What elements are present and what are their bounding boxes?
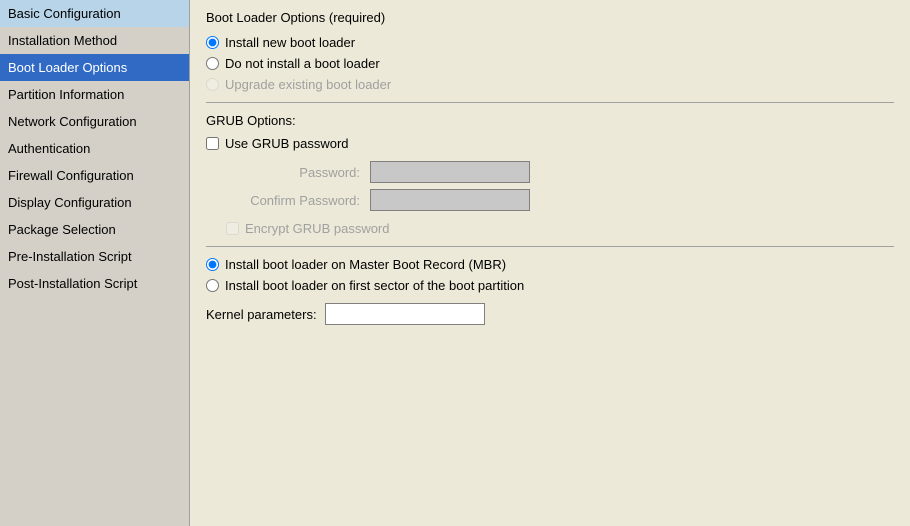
- sidebar-item-installation-method[interactable]: Installation Method: [0, 27, 189, 54]
- boot-radio-item-2: Upgrade existing boot loader: [206, 77, 894, 92]
- password-grid: Password: Confirm Password:: [226, 161, 894, 211]
- location-radio-label-1: Install boot loader on first sector of t…: [225, 278, 524, 293]
- sidebar-item-authentication[interactable]: Authentication: [0, 135, 189, 162]
- kernel-params-label: Kernel parameters:: [206, 307, 317, 322]
- separator-2: [206, 246, 894, 247]
- confirm-password-input[interactable]: [370, 189, 530, 211]
- boot-radio-label-0: Install new boot loader: [225, 35, 355, 50]
- main-content: Boot Loader Options (required) Install n…: [190, 0, 910, 526]
- boot-loader-radio-group: Install new boot loader Do not install a …: [206, 35, 894, 92]
- sidebar-item-basic-configuration[interactable]: Basic Configuration: [0, 0, 189, 27]
- boot-radio-do-not-install[interactable]: [206, 57, 219, 70]
- location-radio-label-0: Install boot loader on Master Boot Recor…: [225, 257, 506, 272]
- use-grub-password-label: Use GRUB password: [225, 136, 349, 151]
- location-radio-group: Install boot loader on Master Boot Recor…: [206, 257, 894, 293]
- sidebar: Basic ConfigurationInstallation MethodBo…: [0, 0, 190, 526]
- sidebar-item-boot-loader-options[interactable]: Boot Loader Options: [0, 54, 189, 81]
- password-label: Password:: [226, 161, 366, 183]
- confirm-password-label: Confirm Password:: [226, 189, 366, 211]
- sidebar-item-firewall-configuration[interactable]: Firewall Configuration: [0, 162, 189, 189]
- boot-radio-upgrade-existing: [206, 78, 219, 91]
- location-radio-mbr[interactable]: [206, 258, 219, 271]
- use-grub-password-checkbox[interactable]: [206, 137, 219, 150]
- sidebar-item-package-selection[interactable]: Package Selection: [0, 216, 189, 243]
- location-radio-item-0: Install boot loader on Master Boot Recor…: [206, 257, 894, 272]
- boot-radio-item-1: Do not install a boot loader: [206, 56, 894, 71]
- sidebar-item-display-configuration[interactable]: Display Configuration: [0, 189, 189, 216]
- kernel-params-row: Kernel parameters:: [206, 303, 894, 325]
- encrypt-grub-checkbox-item: Encrypt GRUB password: [226, 221, 894, 236]
- boot-radio-label-2: Upgrade existing boot loader: [225, 77, 391, 92]
- encrypt-grub-label: Encrypt GRUB password: [245, 221, 390, 236]
- boot-radio-install-new[interactable]: [206, 36, 219, 49]
- boot-radio-label-1: Do not install a boot loader: [225, 56, 380, 71]
- encrypt-grub-checkbox[interactable]: [226, 222, 239, 235]
- boot-radio-item-0: Install new boot loader: [206, 35, 894, 50]
- sidebar-item-network-configuration[interactable]: Network Configuration: [0, 108, 189, 135]
- kernel-params-input[interactable]: [325, 303, 485, 325]
- separator-1: [206, 102, 894, 103]
- sidebar-item-post-installation-script[interactable]: Post-Installation Script: [0, 270, 189, 297]
- use-grub-password-checkbox-item: Use GRUB password: [206, 136, 894, 151]
- sidebar-item-pre-installation-script[interactable]: Pre-Installation Script: [0, 243, 189, 270]
- grub-section-title: GRUB Options:: [206, 113, 894, 128]
- password-input[interactable]: [370, 161, 530, 183]
- location-radio-item-1: Install boot loader on first sector of t…: [206, 278, 894, 293]
- sidebar-item-partition-information[interactable]: Partition Information: [0, 81, 189, 108]
- section-title: Boot Loader Options (required): [206, 10, 894, 25]
- location-radio-first-sector[interactable]: [206, 279, 219, 292]
